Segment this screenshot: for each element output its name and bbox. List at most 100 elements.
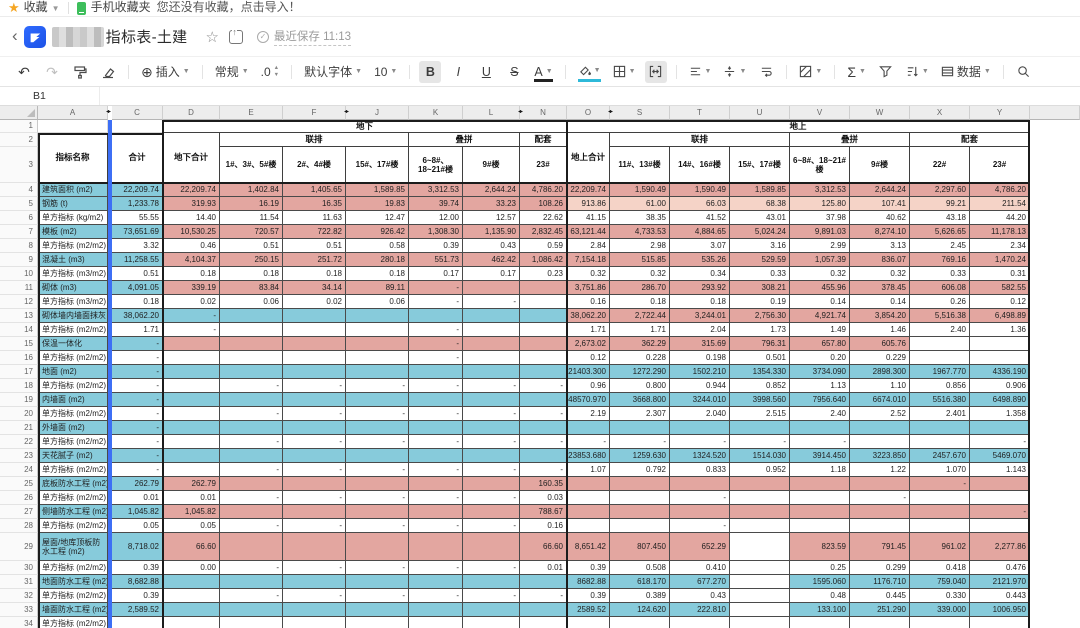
cell-W26[interactable]: - [850, 491, 910, 505]
cell-O32[interactable]: 0.39 [567, 589, 610, 603]
cell-W15[interactable]: 605.76 [850, 337, 910, 351]
col-header-Y[interactable]: Y [970, 106, 1030, 120]
cell-L30[interactable]: - [463, 561, 520, 575]
cell-D8[interactable]: 0.46 [163, 239, 220, 253]
cell-V13[interactable]: 4,921.74 [790, 309, 850, 323]
cell-C23[interactable]: - [112, 449, 163, 463]
cell-J13[interactable] [346, 309, 409, 323]
chevron-down-icon[interactable]: ▼ [52, 4, 60, 13]
row-label-13[interactable]: 砌体墙内墙面抹灰 [38, 309, 108, 323]
cell-E24[interactable]: - [220, 463, 283, 477]
cell-U14[interactable]: 1.73 [730, 323, 790, 337]
cell-X22[interactable] [910, 435, 970, 449]
cell-W27[interactable] [850, 505, 910, 519]
cell-J25[interactable] [346, 477, 409, 491]
cell-C7[interactable]: 73,651.69 [112, 225, 163, 239]
cell-N26[interactable]: 0.03 [520, 491, 567, 505]
wrap-text-button[interactable] [755, 61, 777, 83]
row-header-14[interactable]: 14 [0, 323, 38, 337]
cell-C24[interactable]: - [112, 463, 163, 477]
cell-S12[interactable]: 0.18 [610, 295, 670, 309]
row-header-11[interactable]: 11 [0, 281, 38, 295]
cell-W34[interactable] [850, 617, 910, 628]
cell-L13[interactable] [463, 309, 520, 323]
cell-T30[interactable]: 0.410 [670, 561, 730, 575]
cell-X26[interactable] [910, 491, 970, 505]
cell-V10[interactable]: 0.32 [790, 267, 850, 281]
cell-S26[interactable] [610, 491, 670, 505]
cell-L14[interactable] [463, 323, 520, 337]
cell-N11[interactable] [520, 281, 567, 295]
cell-K9[interactable]: 551.73 [409, 253, 463, 267]
row-header-20[interactable]: 20 [0, 407, 38, 421]
cell-E25[interactable] [220, 477, 283, 491]
cell-K7[interactable]: 1,308.30 [409, 225, 463, 239]
cell-L12[interactable]: - [463, 295, 520, 309]
col-header-A[interactable]: A [38, 106, 108, 120]
cell-E26[interactable]: - [220, 491, 283, 505]
cell-D24[interactable] [163, 463, 220, 477]
cell-Y4[interactable]: 4,786.20 [970, 183, 1030, 197]
cell-E21[interactable] [220, 421, 283, 435]
cell-U25[interactable] [730, 477, 790, 491]
cell-V6[interactable]: 37.98 [790, 211, 850, 225]
cell-U8[interactable]: 3.16 [730, 239, 790, 253]
cell-C9[interactable]: 11,258.55 [112, 253, 163, 267]
cell-L29[interactable] [463, 533, 520, 561]
cell-X16[interactable] [910, 351, 970, 365]
cell-O10[interactable]: 0.32 [567, 267, 610, 281]
cell-T7[interactable]: 4,884.65 [670, 225, 730, 239]
cell-E10[interactable]: 0.18 [220, 267, 283, 281]
cell-L32[interactable]: - [463, 589, 520, 603]
cell-U30[interactable] [730, 561, 790, 575]
header-ug-lianpai[interactable]: 联排 [220, 133, 409, 147]
cell-O23[interactable]: 23853.680 [567, 449, 610, 463]
cell-V28[interactable] [790, 519, 850, 533]
cell-W23[interactable]: 3223.850 [850, 449, 910, 463]
cell-U12[interactable]: 0.19 [730, 295, 790, 309]
cell-D9[interactable]: 4,104.37 [163, 253, 220, 267]
cell-C11[interactable]: 4,091.05 [112, 281, 163, 295]
cell-O28[interactable] [567, 519, 610, 533]
cell-T34[interactable] [670, 617, 730, 628]
cell-D26[interactable]: 0.01 [163, 491, 220, 505]
row-header-12[interactable]: 12 [0, 295, 38, 309]
cell-V8[interactable]: 2.99 [790, 239, 850, 253]
cell-J7[interactable]: 926.42 [346, 225, 409, 239]
col-header-S[interactable]: S [610, 106, 670, 120]
header-building-S[interactable]: 11#、13#楼 [610, 147, 670, 183]
cell-T32[interactable]: 0.43 [670, 589, 730, 603]
cell-E15[interactable] [220, 337, 283, 351]
cell-S34[interactable] [610, 617, 670, 628]
cell-V5[interactable]: 125.80 [790, 197, 850, 211]
cell-T4[interactable]: 1,590.49 [670, 183, 730, 197]
row-label-5[interactable]: 钢筋 (t) [38, 197, 108, 211]
favorites-label[interactable]: 收藏 [24, 0, 48, 15]
cell-X9[interactable]: 769.16 [910, 253, 970, 267]
cell-O19[interactable]: 48570.970 [567, 393, 610, 407]
eraser-button[interactable] [97, 61, 119, 83]
cell-W6[interactable]: 40.62 [850, 211, 910, 225]
cell-J28[interactable]: - [346, 519, 409, 533]
cell-S5[interactable]: 61.00 [610, 197, 670, 211]
row-label-10[interactable]: 单方指标 (m3/m2) [38, 267, 108, 281]
cell-W22[interactable] [850, 435, 910, 449]
borders-button[interactable]: ▼ [610, 61, 639, 83]
cell-T28[interactable]: - [670, 519, 730, 533]
header-total[interactable]: 合计 [112, 133, 163, 183]
cell-F31[interactable] [283, 575, 346, 589]
row-label-29[interactable]: 屋面/地库顶板防水工程 (m2) [38, 533, 108, 561]
cell-X31[interactable]: 759.040 [910, 575, 970, 589]
row-header-25[interactable]: 25 [0, 477, 38, 491]
cell-N10[interactable]: 0.23 [520, 267, 567, 281]
header-building-W[interactable]: 9#楼 [850, 147, 910, 183]
bookmarks-hint[interactable]: 您还没有收藏，点击导入！ [157, 0, 301, 15]
cell-T5[interactable]: 66.03 [670, 197, 730, 211]
cell-F32[interactable]: - [283, 589, 346, 603]
cell-F18[interactable]: - [283, 379, 346, 393]
cell-Y22[interactable]: - [970, 435, 1030, 449]
cell-Y7[interactable]: 11,178.13 [970, 225, 1030, 239]
cell-T24[interactable]: 0.833 [670, 463, 730, 477]
cell-E9[interactable]: 250.15 [220, 253, 283, 267]
cell-O27[interactable] [567, 505, 610, 519]
